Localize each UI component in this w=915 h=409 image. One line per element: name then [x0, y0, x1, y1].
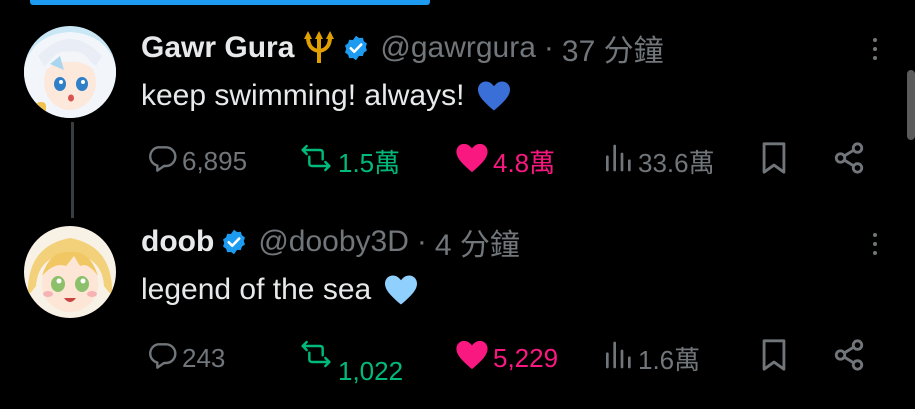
display-name[interactable]: doob: [141, 225, 214, 259]
like-button[interactable]: 5,229: [455, 338, 558, 378]
tweet-text-content: legend of the sea: [141, 273, 372, 306]
separator-dot: ·: [416, 225, 427, 258]
action-bar: 243 1,022 5,229 1.6萬: [0, 338, 915, 386]
tweet-text: keep swimming! always!: [141, 76, 512, 116]
display-name[interactable]: Gawr Gura: [141, 31, 294, 65]
repost-count: 1.5萬: [338, 147, 401, 178]
handle[interactable]: @dooby3D: [258, 225, 409, 259]
repost-icon: [298, 338, 334, 377]
action-bar: 6,895 1.5萬 4.8萬 33.6萬: [0, 141, 915, 181]
bookmark-icon: [759, 338, 789, 379]
like-count: 4.8萬: [493, 147, 556, 178]
like-button[interactable]: 4.8萬: [455, 141, 555, 181]
handle[interactable]: @gawrgura: [380, 31, 536, 65]
tweet-header: Gawr Gura @gawrgura · 37 分鐘: [141, 28, 664, 68]
repost-icon: [298, 142, 334, 181]
reply-count: 6,895: [182, 145, 248, 176]
views-icon: [602, 339, 634, 378]
scrollbar[interactable]: [907, 70, 915, 140]
reply-count: 243: [182, 342, 226, 373]
top-progress-bar: [30, 0, 430, 5]
timestamp[interactable]: 4 分鐘: [435, 220, 520, 264]
verified-icon[interactable]: [220, 228, 248, 256]
tweet-text-content: keep swimming! always!: [141, 79, 465, 112]
share-button[interactable]: [832, 338, 866, 379]
reply-icon: [146, 142, 178, 181]
like-icon: [455, 339, 489, 378]
reply-icon: [146, 339, 178, 378]
like-count: 5,229: [493, 342, 559, 373]
timestamp[interactable]: 37 分鐘: [562, 26, 664, 70]
views-count: 1.6萬: [638, 344, 701, 375]
verified-icon[interactable]: [342, 34, 370, 62]
bookmark-button[interactable]: [759, 338, 789, 379]
views-button[interactable]: 33.6萬: [602, 141, 715, 181]
share-icon: [832, 338, 866, 379]
share-button[interactable]: [832, 141, 866, 182]
more-icon[interactable]: [873, 38, 877, 60]
views-count: 33.6萬: [638, 147, 715, 178]
like-icon: [455, 142, 489, 181]
repost-button[interactable]: 1,022: [298, 338, 403, 390]
bookmark-icon: [759, 141, 789, 182]
views-icon: [602, 142, 634, 181]
reply-button[interactable]: 6,895: [146, 141, 247, 181]
reply-button[interactable]: 243: [146, 338, 225, 378]
avatar[interactable]: [24, 226, 116, 318]
trident-icon: [302, 31, 336, 65]
tweet-header: doob @dooby3D · 4 分鐘: [141, 222, 520, 262]
repost-count: 1,022: [338, 356, 404, 386]
share-icon: [832, 141, 866, 182]
views-button[interactable]: 1.6萬: [602, 338, 700, 378]
separator-dot: ·: [543, 31, 554, 64]
bookmark-button[interactable]: [759, 141, 789, 182]
blue-heart-icon: [476, 80, 512, 112]
more-icon[interactable]: [873, 233, 877, 255]
avatar[interactable]: [24, 26, 116, 118]
repost-button[interactable]: 1.5萬: [298, 141, 400, 181]
tweet-text: legend of the sea: [141, 270, 419, 310]
light-blue-heart-icon: [383, 274, 419, 306]
